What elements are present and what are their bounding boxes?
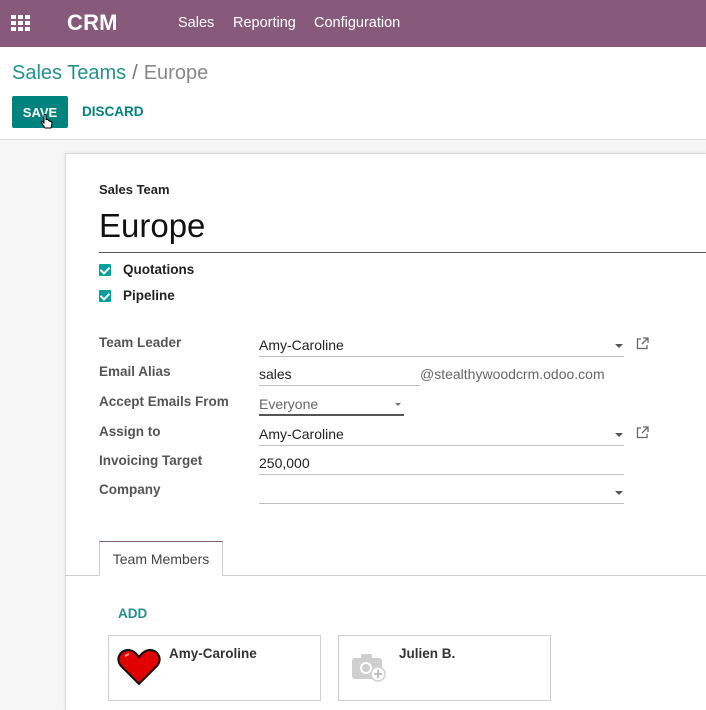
invoicing-target-value: 250,000 (259, 455, 310, 471)
team-leader-label: Team Leader (99, 335, 182, 350)
camera-placeholder-icon (352, 654, 386, 682)
email-alias-field[interactable]: sales (259, 362, 420, 386)
company-label: Company (99, 482, 161, 497)
add-member-button[interactable]: ADD (118, 606, 147, 621)
member-name: Amy-Caroline (169, 646, 257, 661)
accept-emails-dropdown-icon[interactable] (395, 403, 401, 406)
heart-icon (117, 648, 161, 686)
team-name-underline (99, 252, 706, 253)
breadcrumb-separator: / (132, 62, 138, 84)
pipeline-label: Pipeline (123, 288, 175, 303)
quotations-label: Quotations (123, 262, 195, 277)
pointer-cursor-icon (40, 114, 53, 129)
company-dropdown-icon[interactable] (615, 491, 623, 495)
team-name-input[interactable]: Europe (99, 207, 205, 245)
quotations-checkbox[interactable] (99, 264, 111, 276)
member-card[interactable]: Amy-Caroline (108, 635, 321, 701)
assign-to-dropdown-icon[interactable] (615, 433, 623, 437)
accept-emails-label: Accept Emails From (99, 394, 229, 409)
menu-sales[interactable]: Sales (178, 15, 214, 31)
apps-grid-icon[interactable] (11, 15, 31, 31)
app-brand[interactable]: CRM (67, 10, 118, 36)
email-alias-domain: @stealthywoodcrm.odoo.com (420, 366, 605, 382)
breadcrumb-parent[interactable]: Sales Teams (12, 62, 126, 84)
team-leader-field[interactable]: Amy-Caroline (259, 333, 624, 357)
top-navbar: CRM Sales Reporting Configuration (0, 0, 706, 47)
email-alias-label: Email Alias (99, 364, 171, 379)
team-name-label: Sales Team (99, 182, 170, 197)
team-leader-external-link-icon[interactable] (636, 337, 649, 350)
assign-to-value: Amy-Caroline (259, 426, 344, 442)
member-name: Julien B. (399, 646, 456, 661)
assign-to-external-link-icon[interactable] (636, 426, 649, 439)
invoicing-target-label: Invoicing Target (99, 453, 203, 468)
team-leader-value: Amy-Caroline (259, 337, 344, 353)
member-card[interactable]: Julien B. (338, 635, 551, 701)
menu-configuration[interactable]: Configuration (314, 15, 400, 31)
team-leader-dropdown-icon[interactable] (615, 344, 623, 348)
accept-emails-select[interactable]: Everyone (259, 392, 404, 416)
assign-to-field[interactable]: Amy-Caroline (259, 422, 624, 446)
discard-button[interactable]: DISCARD (82, 104, 144, 119)
menu-reporting[interactable]: Reporting (233, 15, 296, 31)
pipeline-checkbox[interactable] (99, 290, 111, 302)
breadcrumb-current: Europe (143, 62, 209, 84)
invoicing-target-field[interactable]: 250,000 (259, 451, 624, 475)
accept-emails-value: Everyone (259, 396, 319, 412)
tab-team-members[interactable]: Team Members (99, 541, 223, 576)
assign-to-label: Assign to (99, 424, 161, 439)
tab-team-members-label: Team Members (112, 550, 210, 567)
company-field[interactable] (259, 480, 624, 504)
breadcrumb: Sales Teams / Europe (12, 62, 208, 85)
email-alias-value: sales (259, 366, 292, 382)
